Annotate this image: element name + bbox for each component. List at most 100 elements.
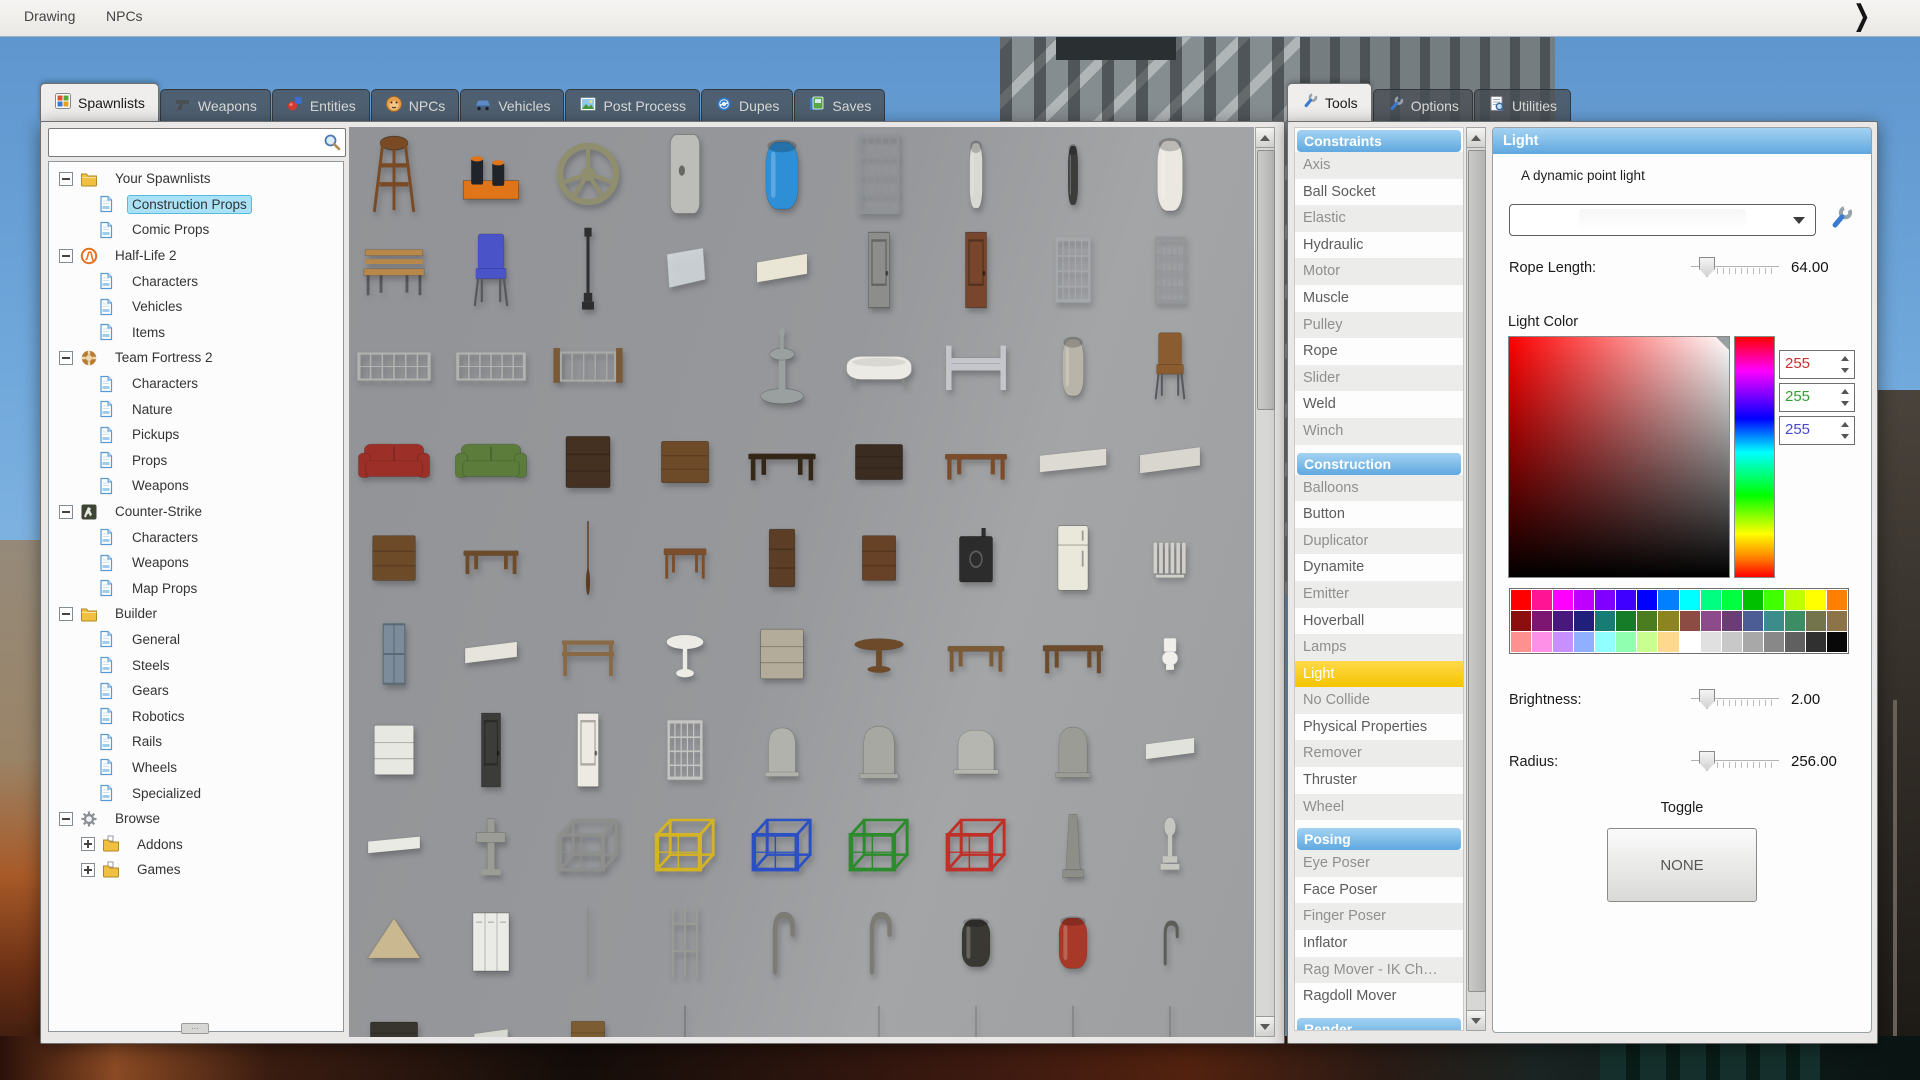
palette-swatch[interactable] bbox=[1826, 632, 1847, 652]
tree-item-games[interactable]: Games bbox=[49, 857, 343, 883]
palette-swatch[interactable] bbox=[1721, 611, 1742, 631]
prop-green-sofa[interactable] bbox=[454, 434, 528, 495]
spin-down-icon[interactable] bbox=[1841, 401, 1849, 406]
prop-pipe-hook-2[interactable] bbox=[857, 907, 901, 982]
prop-gray-door[interactable] bbox=[857, 229, 901, 316]
tree-item-items[interactable]: Items bbox=[49, 320, 343, 346]
scroll-up-icon[interactable] bbox=[1467, 128, 1485, 148]
tool-item-slider[interactable]: Slider bbox=[1295, 364, 1463, 392]
tree-item-specialized[interactable]: Specialized bbox=[49, 780, 343, 806]
palette-swatch[interactable] bbox=[1553, 590, 1574, 610]
tool-item-weld[interactable]: Weld bbox=[1295, 391, 1463, 418]
prop-dark-door[interactable] bbox=[471, 710, 511, 795]
prop-small-cabinet[interactable] bbox=[857, 530, 901, 591]
tree-item-construction-props[interactable]: Construction Props bbox=[49, 192, 343, 218]
tree-item-rails[interactable]: Rails bbox=[49, 729, 343, 755]
prop-thin-pole-2[interactable] bbox=[876, 1003, 882, 1037]
palette-swatch[interactable] bbox=[1742, 632, 1763, 652]
prop-red-sofa[interactable] bbox=[357, 434, 431, 495]
palette-swatch[interactable] bbox=[1784, 632, 1805, 652]
prop-blue-barrel[interactable] bbox=[759, 134, 805, 219]
tool-item-motor[interactable]: Motor bbox=[1295, 258, 1463, 285]
prop-grave-cross[interactable] bbox=[467, 812, 515, 885]
palette-swatch[interactable] bbox=[1784, 590, 1805, 610]
prop-dishwasher[interactable] bbox=[368, 719, 420, 786]
prop-dark-desk[interactable] bbox=[744, 439, 820, 490]
tree-item-characters[interactable]: Characters bbox=[49, 524, 343, 550]
tree-item-pickups[interactable]: Pickups bbox=[49, 422, 343, 448]
rgb-red-spinbox[interactable]: 255 bbox=[1779, 350, 1855, 379]
palette-swatch[interactable] bbox=[1826, 611, 1847, 631]
tool-item-hoverball[interactable]: Hoverball bbox=[1295, 608, 1463, 635]
prop-dark-cylinder[interactable] bbox=[1066, 139, 1080, 214]
tree-item-counter-strike[interactable]: Counter-Strike bbox=[49, 499, 343, 525]
tool-item-ball-socket[interactable]: Ball Socket bbox=[1295, 179, 1463, 206]
tree-item-props[interactable]: Props bbox=[49, 448, 343, 474]
tree-item-browse[interactable]: Browse bbox=[49, 806, 343, 832]
spin-up-icon[interactable] bbox=[1841, 422, 1849, 427]
palette-swatch[interactable] bbox=[1511, 632, 1532, 652]
prop-thin-pole[interactable] bbox=[682, 1003, 688, 1037]
hue-bar[interactable] bbox=[1734, 336, 1775, 578]
tool-item-duplicator[interactable]: Duplicator bbox=[1295, 527, 1463, 555]
prop-grid-scrollbar[interactable] bbox=[1255, 127, 1275, 1037]
tool-item-axis[interactable]: Axis bbox=[1295, 152, 1463, 179]
palette-swatch[interactable] bbox=[1574, 611, 1595, 631]
prop-wood-crate[interactable] bbox=[566, 1017, 610, 1037]
tree-item-gears[interactable]: Gears bbox=[49, 678, 343, 704]
prop-round-table[interactable] bbox=[850, 630, 908, 683]
prop-gravestone[interactable] bbox=[761, 721, 803, 784]
tab-weapons[interactable]: Weapons bbox=[159, 89, 271, 121]
prop-dresser[interactable] bbox=[654, 436, 716, 493]
tool-item-winch[interactable]: Winch bbox=[1295, 417, 1463, 445]
prop-white-board[interactable] bbox=[471, 1025, 511, 1037]
scroll-down-icon[interactable] bbox=[1467, 1010, 1485, 1030]
tree-item-your-spawnlists[interactable]: Your Spawnlists bbox=[49, 166, 343, 192]
palette-swatch[interactable] bbox=[1595, 590, 1616, 610]
prop-thin-pole-3[interactable] bbox=[972, 1003, 980, 1037]
prop-lamp-post[interactable] bbox=[573, 226, 603, 319]
prop-mattress[interactable] bbox=[1033, 442, 1113, 487]
tab-spawnlists[interactable]: Spawnlists bbox=[40, 83, 159, 121]
palette-swatch[interactable] bbox=[1511, 611, 1532, 631]
prop-blue-chair[interactable] bbox=[464, 230, 518, 315]
prop-dresser-2[interactable] bbox=[366, 530, 422, 591]
spin-up-icon[interactable] bbox=[1841, 389, 1849, 394]
prop-fence-gate[interactable] bbox=[552, 338, 624, 399]
prop-oar[interactable] bbox=[579, 518, 597, 603]
spin-down-icon[interactable] bbox=[1841, 434, 1849, 439]
tool-item-emitter[interactable]: Emitter bbox=[1295, 580, 1463, 608]
tab-npcs[interactable]: NPCs bbox=[370, 89, 460, 121]
palette-swatch[interactable] bbox=[1805, 611, 1826, 631]
prop-white-shelf[interactable] bbox=[752, 246, 812, 299]
prop-cage-yellow[interactable] bbox=[648, 815, 722, 882]
palette-swatch[interactable] bbox=[1700, 632, 1721, 652]
tool-item-pulley[interactable]: Pulley bbox=[1295, 311, 1463, 339]
palette-swatch[interactable] bbox=[1721, 590, 1742, 610]
tool-item-hydraulic[interactable]: Hydraulic bbox=[1295, 232, 1463, 259]
prop-wood-bench[interactable] bbox=[358, 240, 430, 305]
tool-item-physical-properties[interactable]: Physical Properties bbox=[1295, 714, 1463, 741]
scroll-down-icon[interactable] bbox=[1256, 1016, 1274, 1036]
palette-swatch[interactable] bbox=[1574, 632, 1595, 652]
palette-swatch[interactable] bbox=[1805, 632, 1826, 652]
palette-swatch[interactable] bbox=[1595, 611, 1616, 631]
toggle-key-button[interactable]: NONE bbox=[1607, 828, 1757, 902]
tab-tools[interactable]: Tools bbox=[1287, 83, 1372, 121]
prop-jail-grate[interactable] bbox=[851, 131, 907, 222]
rope-length-slider[interactable] bbox=[1691, 256, 1779, 278]
tree-item-vehicles[interactable]: Vehicles bbox=[49, 294, 343, 320]
tab-dupes[interactable]: Dupes bbox=[700, 89, 794, 121]
prop-trophy[interactable] bbox=[1152, 814, 1188, 883]
tree-item-team-fortress-2[interactable]: Team Fortress 2 bbox=[49, 345, 343, 371]
menu-item-npcs[interactable]: NPCs bbox=[106, 8, 143, 24]
prop-gravestone-4[interactable] bbox=[1051, 720, 1095, 785]
palette-swatch[interactable] bbox=[1532, 632, 1553, 652]
palette-swatch[interactable] bbox=[1532, 590, 1553, 610]
tool-item-thruster[interactable]: Thruster bbox=[1295, 767, 1463, 794]
prop-table-2[interactable] bbox=[944, 632, 1008, 681]
palette-swatch[interactable] bbox=[1826, 590, 1847, 610]
prop-small-hook[interactable] bbox=[1155, 917, 1185, 972]
prop-shelf-tilted[interactable] bbox=[460, 636, 522, 677]
prop-white-door[interactable] bbox=[566, 710, 610, 795]
